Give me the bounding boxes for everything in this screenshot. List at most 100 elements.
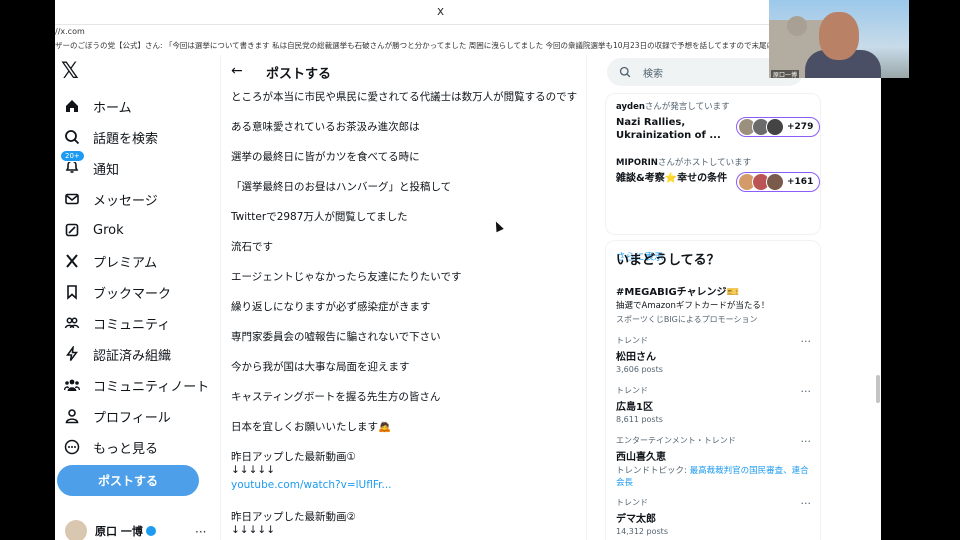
sidebar-item-premium[interactable]: プレミアム <box>64 248 157 274</box>
account-switcher[interactable]: 原口 一博 <box>65 520 156 540</box>
trend-name: 広島1区 <box>616 402 653 413</box>
ticker-text: ザーのごぼうの党【公式】さん: 「今回は選挙について書きます 私は自民党の総裁選… <box>55 41 835 50</box>
sidebar-item-explore[interactable]: 話題を検索 <box>64 124 158 150</box>
close-icon[interactable]: x <box>437 4 444 18</box>
sidebar-item-label: 話題を検索 <box>93 131 159 147</box>
sidebar-item-home[interactable]: ホーム <box>64 93 132 119</box>
x-logo-icon[interactable]: 𝕏 <box>61 59 79 84</box>
trend-count: 8,611 posts <box>616 415 663 424</box>
space-title: Nazi Rallies, Ukrainization of ... <box>616 117 721 141</box>
trend-item[interactable]: エンターテインメント・トレンド 西山喜久恵 トレンドトピック: 最高裁裁判官の国… <box>616 435 811 489</box>
post-text-line: キャスティングボートを握る先生方の皆さん <box>231 391 441 403</box>
post-text-line: 繰り返しになりますが必ず感染症がきます <box>231 301 431 313</box>
people-icon <box>64 379 80 391</box>
post-text-line: 日本を宜しくお願いいたします🙇 <box>231 421 392 433</box>
sidebar-item-grok[interactable]: Grok <box>64 217 124 243</box>
trend-item[interactable]: トレンド 松田さん 3,606 posts ··· <box>616 335 811 374</box>
sidebar: 𝕏 ホーム 話題を検索 20+ 通知 メッセージ Grok プレミアム ブックマ… <box>55 55 220 540</box>
search-icon <box>65 130 80 145</box>
right-column: 検索 aydenさんが発言しています Nazi Rallies, Ukraini… <box>605 55 881 540</box>
back-arrow-icon[interactable]: ← <box>231 63 243 79</box>
trend-category: トレンド <box>616 498 648 507</box>
sidebar-item-notifications[interactable]: 20+ 通知 <box>60 150 120 181</box>
space-listeners[interactable]: +161 <box>736 172 821 192</box>
promo-desc: 抽選でAmazonギフトカードが当たる！ <box>616 301 770 311</box>
more-horizontal-icon[interactable]: ··· <box>801 435 812 448</box>
more-horizontal-icon[interactable]: ··· <box>801 335 812 348</box>
dome-shape <box>787 16 807 36</box>
sidebar-item-label: 認証済み組織 <box>93 348 172 364</box>
trend-count: 3,606 posts <box>616 365 663 374</box>
space-item[interactable]: aydenさんが発言しています Nazi Rallies, Ukrainizat… <box>616 100 734 142</box>
trend-name: デマ太郎 <box>616 514 656 525</box>
sidebar-item-label: ホーム <box>93 100 132 116</box>
trend-name: 西山喜久恵 <box>616 452 666 463</box>
person-face <box>819 12 859 60</box>
sidebar-item-messages[interactable]: メッセージ <box>64 186 158 212</box>
webcam-overlay: 原口一博 <box>769 0 909 78</box>
grok-icon <box>65 223 79 237</box>
account-name: 原口 一博 <box>95 525 143 538</box>
sidebar-item-bookmarks[interactable]: ブックマーク <box>64 279 171 305</box>
post-text-line: 選挙の最終日に皆がカツを食べてる時に <box>231 151 420 163</box>
sidebar-item-verified-orgs[interactable]: 認証済み組織 <box>64 341 171 367</box>
space-title: 雑談&考察⭐幸せの条件 <box>616 173 728 184</box>
community-icon <box>64 317 80 329</box>
post-text-line: ↓↓↓↓↓ <box>231 524 275 536</box>
feed-header: ← ポストする <box>221 55 586 87</box>
scrollbar-thumb[interactable] <box>876 375 880 403</box>
sidebar-item-label: コミュニティノート <box>93 379 210 395</box>
avatar <box>65 520 87 540</box>
sidebar-item-label: プロフィール <box>93 410 171 426</box>
person-icon <box>65 409 79 424</box>
sidebar-item-label: メッセージ <box>93 193 158 209</box>
post-text-line: 昨日アップした最新動画② <box>231 511 356 523</box>
trend-desc: トレンドトピック: 最高裁裁判官の国民審査、連合会長 <box>616 466 809 488</box>
trend-item[interactable]: トレンド デマ太郎 14,312 posts ··· <box>616 497 811 536</box>
more-horizontal-icon[interactable]: ··· <box>801 385 812 398</box>
lightning-icon <box>66 346 78 361</box>
more-circle-icon <box>64 439 80 455</box>
trends-title: いまどうしてる？ <box>616 253 720 268</box>
more-horizontal-icon[interactable]: ··· <box>801 497 812 510</box>
sidebar-item-more[interactable]: もっと見る <box>64 434 158 460</box>
space-host: MIPORINさんがホストしています <box>616 158 752 168</box>
sidebar-item-label: もっと見る <box>93 441 159 457</box>
more-horizontal-icon[interactable]: ··· <box>195 525 206 539</box>
video-link[interactable]: youtube.com/watch?v=lUflFr... <box>231 479 392 491</box>
sidebar-item-label: プレミアム <box>93 255 158 271</box>
space-listeners[interactable]: +279 <box>736 117 821 137</box>
post-text-line: エージェントじゃなかったら友達にたりたいです <box>231 271 462 283</box>
space-host: aydenさんが発言しています <box>616 102 730 112</box>
post-text-line: 「選挙最終日のお昼はハンバーグ」と投稿して <box>231 181 452 193</box>
sidebar-item-profile[interactable]: プロフィール <box>64 403 171 429</box>
sidebar-item-label: 通知 <box>93 162 120 178</box>
sidebar-item-label: Grok <box>93 222 124 238</box>
post-text-line: 昨日アップした最新動画① <box>231 451 356 463</box>
verified-badge-icon <box>145 526 156 536</box>
promo-sponsor: スポーツくじBIGによるプロモーション <box>616 315 758 324</box>
sidebar-item-community-notes[interactable]: コミュニティノート <box>64 372 209 398</box>
mail-icon <box>65 193 79 205</box>
search-icon <box>619 66 631 78</box>
trend-item[interactable]: トレンド 広島1区 8,611 posts ··· <box>616 385 811 424</box>
notification-badge: 20+ <box>60 150 85 162</box>
spaces-card: aydenさんが発言しています Nazi Rallies, Ukrainizat… <box>605 93 821 263</box>
post-text-line: Twitterで2987万人が閲覧してました <box>231 211 408 223</box>
home-icon <box>66 100 78 112</box>
promo-trend[interactable]: #MEGABIGチャレンジ🎫 抽選でAmazonギフトカードが当たる！ スポーツ… <box>616 281 811 325</box>
sidebar-item-label: コミュニティ <box>93 317 171 333</box>
trend-category: トレンド <box>616 386 648 395</box>
trend-name: 松田さん <box>616 352 656 363</box>
x-premium-icon <box>66 254 78 268</box>
post-text-line: 流石です <box>231 241 273 253</box>
sidebar-item-communities[interactable]: コミュニティ <box>64 310 170 336</box>
space-item[interactable]: MIPORINさんがホストしています 雑談&考察⭐幸せの条件 <box>616 156 751 185</box>
post-text-line: 今から我が国は大事な局面を迎えます <box>231 361 410 373</box>
promo-name: #MEGABIGチャレンジ🎫 <box>616 287 740 298</box>
trend-category: エンターテインメント・トレンド <box>616 436 736 445</box>
bookmark-icon <box>67 285 77 300</box>
trend-category: トレンド <box>616 336 648 345</box>
page-title: ポストする <box>266 67 332 82</box>
post-button[interactable]: ポストする <box>57 465 199 496</box>
